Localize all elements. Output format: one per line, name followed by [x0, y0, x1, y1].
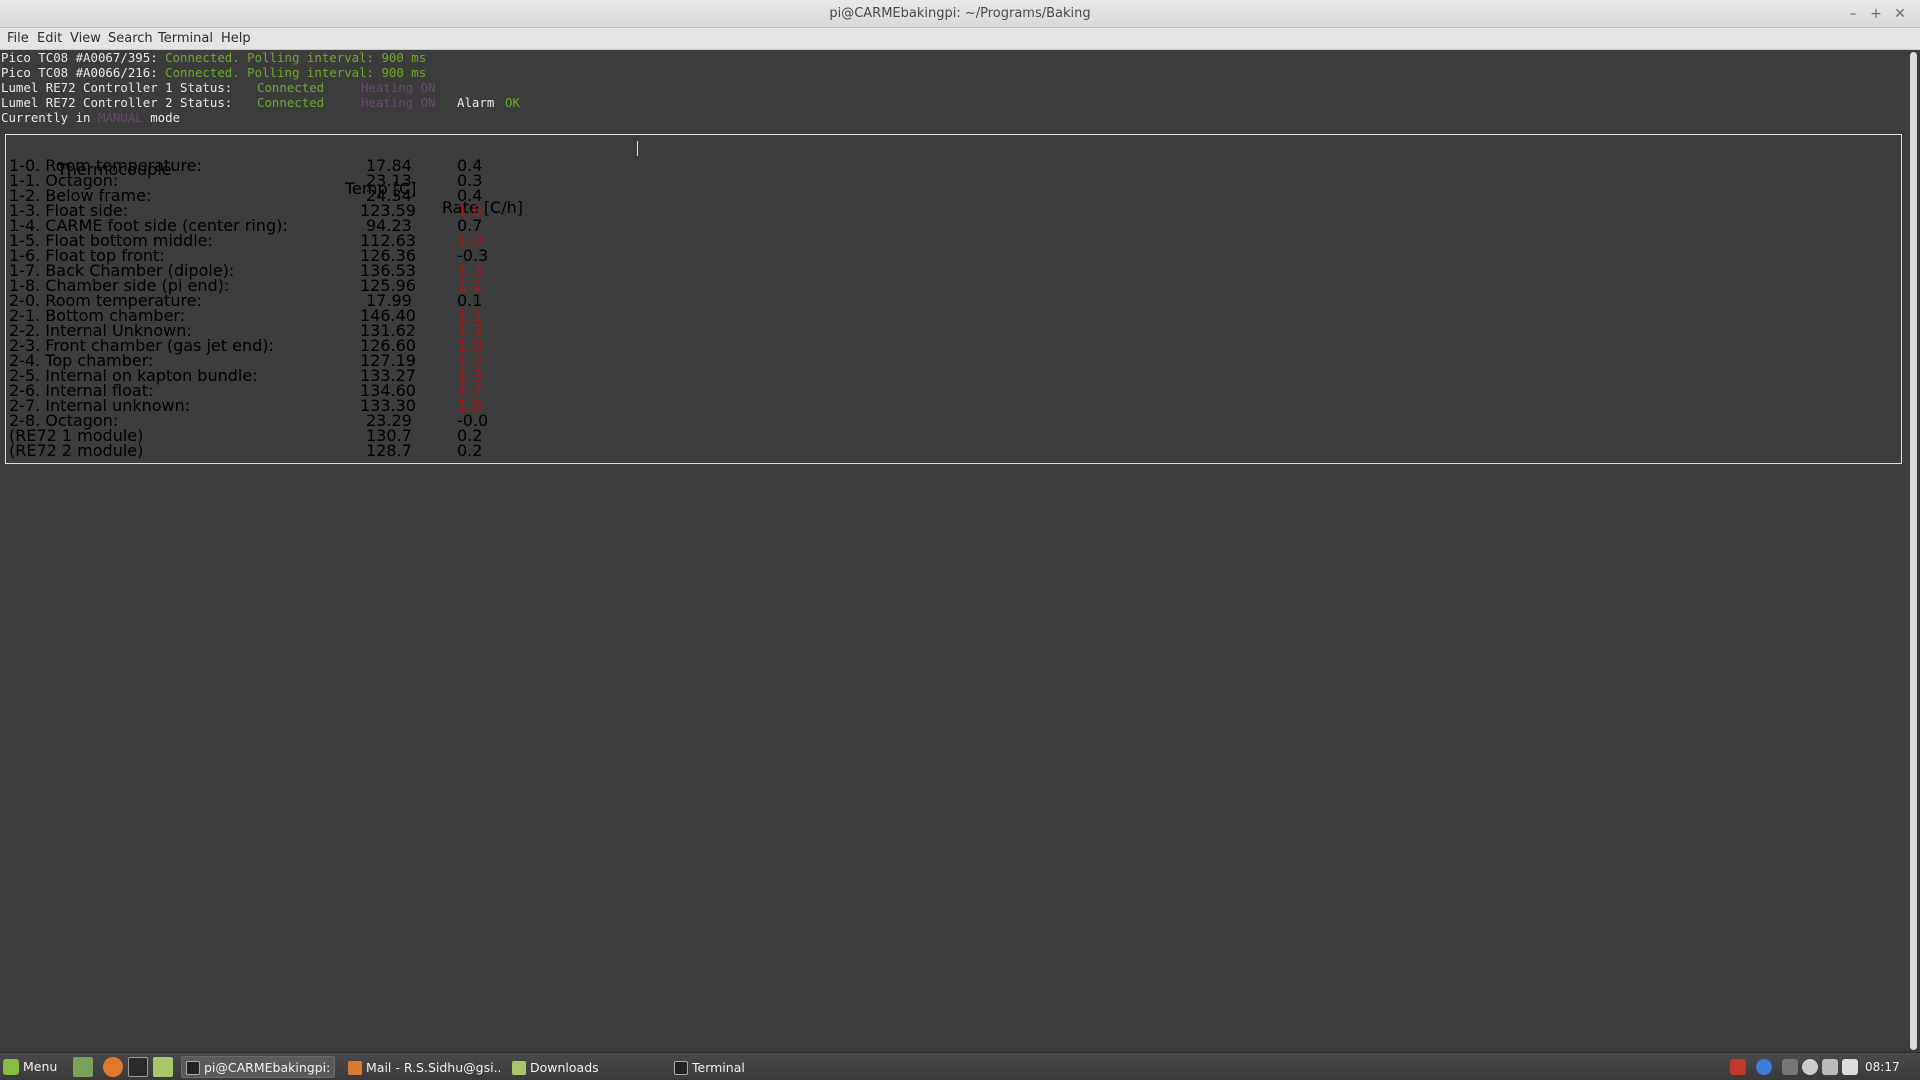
close-button[interactable]: ✕ [1890, 4, 1910, 24]
scrollbar-thumb[interactable] [1910, 52, 1917, 1050]
maximize-button[interactable]: + [1866, 4, 1886, 24]
terminal-icon [674, 1060, 688, 1075]
task-label: pi@CARMEbakingpi: ... [204, 1060, 335, 1075]
task-label: Mail - R.S.Sidhu@gsi.... [366, 1060, 501, 1075]
table-header: Thermocouple Temp [C] Rate [C/h] [6, 141, 606, 217]
task-terminal-baking[interactable]: pi@CARMEbakingpi: ... [181, 1056, 335, 1078]
mode-suffix: mode [142, 110, 181, 125]
table-row: 2-2. Internal Unknown: 131.62 1.3 [6, 321, 606, 340]
show-desktop-icon[interactable] [73, 1057, 93, 1077]
menu-terminal[interactable]: Terminal [158, 31, 213, 46]
minimize-button[interactable]: – [1843, 4, 1863, 24]
table-row: 1-7. Back Chamber (dipole): 136.53 1.3 [6, 261, 606, 280]
mint-menu-icon [3, 1058, 19, 1075]
text-cursor [637, 141, 638, 156]
battery-icon[interactable] [1842, 1059, 1858, 1075]
pen-icon[interactable] [1822, 1059, 1838, 1075]
status-label: Pico TC08 #A0066/216: [1, 65, 166, 80]
start-menu-label: Menu [23, 1059, 58, 1074]
menu-edit[interactable]: Edit [37, 31, 62, 46]
table-row: 2-4. Top chamber: 127.19 1.3 [6, 351, 606, 370]
heating-status: Heating ON [361, 95, 436, 110]
table-row: (RE72 1 module) 130.7 0.2 [6, 426, 606, 445]
task-mail[interactable]: Mail - R.S.Sidhu@gsi.... [343, 1056, 501, 1078]
thermocouple-name: (RE72 2 module) [9, 441, 144, 460]
status-value: Connected. Polling interval: 900 ms [165, 65, 427, 80]
table-row: 1-6. Float top front: 126.36 -0.3 [6, 246, 606, 265]
mode-line: Currently in MANUAL mode [1, 110, 180, 125]
scrollbar[interactable] [1907, 50, 1920, 1052]
status-label: Lumel RE72 Controller 1 Status: [1, 80, 240, 95]
terminal-icon [186, 1060, 200, 1075]
table-row: 2-0. Room temperature: 17.99 0.1 [6, 291, 606, 310]
table-row: 2-3. Front chamber (gas jet end): 126.60 1… [6, 336, 606, 355]
table-row: 2-1. Bottom chamber: 146.40 1.1 [6, 306, 606, 325]
files-icon[interactable] [153, 1057, 173, 1077]
status-line-pico-1: Pico TC08 #A0067/395: Connected. Polling… [1, 50, 426, 65]
task-downloads[interactable]: Downloads [507, 1056, 665, 1078]
thunderbird-icon [348, 1060, 362, 1075]
rate-value: 0.2 [457, 441, 483, 460]
table-row: (RE72 2 module) 128.7 0.2 [6, 441, 606, 460]
table-row: 2-6. Internal float: 134.60 1.7 [6, 381, 606, 400]
status-value: Connected [257, 80, 325, 95]
mode-prefix: Currently in [1, 110, 98, 125]
task-terminal[interactable]: Terminal [669, 1056, 827, 1078]
table-row: 2-5. Internal on kapton bundle: 133.27 1.3 [6, 366, 606, 385]
status-label: Lumel RE72 Controller 2 Status: [1, 95, 240, 110]
thermocouple-table: Thermocouple Temp [C] Rate [C/h] 1-0. Ro… [5, 134, 1902, 464]
firefox-icon[interactable] [103, 1057, 123, 1077]
clock[interactable]: 08:17 [1865, 1056, 1900, 1078]
menu-help[interactable]: Help [221, 31, 251, 46]
window-title: pi@CARMEbakingpi: ~/Programs/Baking [829, 6, 1091, 21]
window-titlebar[interactable]: pi@CARMEbakingpi: ~/Programs/Baking – + … [0, 0, 1920, 28]
task-label: Terminal [692, 1060, 745, 1075]
menu-file[interactable]: File [7, 31, 29, 46]
alarm-label: Alarm [457, 95, 495, 110]
heating-status: Heating ON [361, 80, 436, 95]
shield-icon[interactable] [1730, 1059, 1746, 1075]
table-row: 1-2. Below frame: 24.34 0.4 [6, 186, 606, 205]
start-menu-button[interactable]: Menu [3, 1056, 63, 1078]
user-icon[interactable] [1802, 1059, 1818, 1075]
task-label: Downloads [530, 1060, 599, 1075]
status-line-controller-1: Lumel RE72 Controller 1 Status: Connecte… [1, 80, 701, 95]
terminal-launcher-icon[interactable] [128, 1057, 148, 1077]
folder-icon [512, 1060, 526, 1075]
table-row: 1-8. Chamber side (pi end): 125.96 1.1 [6, 276, 606, 295]
table-row: 2-7. Internal unknown: 133.30 1.6 [6, 396, 606, 415]
status-value: Connected [257, 95, 325, 110]
taskbar: Menu pi@CARMEbakingpi: ... Mail - R.S.Si… [0, 1052, 1920, 1080]
table-row: 1-5. Float bottom middle: 112.63 1.0 [6, 231, 606, 250]
table-row: 1-1. Octagon: 23.13 0.3 [6, 171, 606, 190]
status-label: Pico TC08 #A0067/395: [1, 50, 166, 65]
menu-search[interactable]: Search [108, 31, 153, 46]
alarm-value: OK [505, 95, 520, 110]
menu-bar: File Edit View Search Terminal Help [0, 28, 1920, 50]
table-row: 2-8. Octagon: 23.29 -0.0 [6, 411, 606, 430]
menu-view[interactable]: View [70, 31, 101, 46]
bluetooth-icon[interactable] [1756, 1059, 1772, 1075]
table-row: 1-4. CARME foot side (center ring): 94.23… [6, 216, 606, 235]
mode-value: MANUAL [97, 110, 143, 125]
status-line-controller-2: Lumel RE72 Controller 2 Status: Connecte… [1, 95, 701, 110]
status-value: Connected. Polling interval: 900 ms [165, 50, 427, 65]
status-line-pico-2: Pico TC08 #A0066/216: Connected. Polling… [1, 65, 426, 80]
table-row: 1-3. Float side: 123.59 1.0 [6, 201, 606, 220]
temperature-value: 128.7 [366, 441, 412, 460]
network-icon[interactable] [1782, 1059, 1798, 1075]
table-row: 1-0. Room temperature: 17.84 0.4 [6, 156, 606, 175]
